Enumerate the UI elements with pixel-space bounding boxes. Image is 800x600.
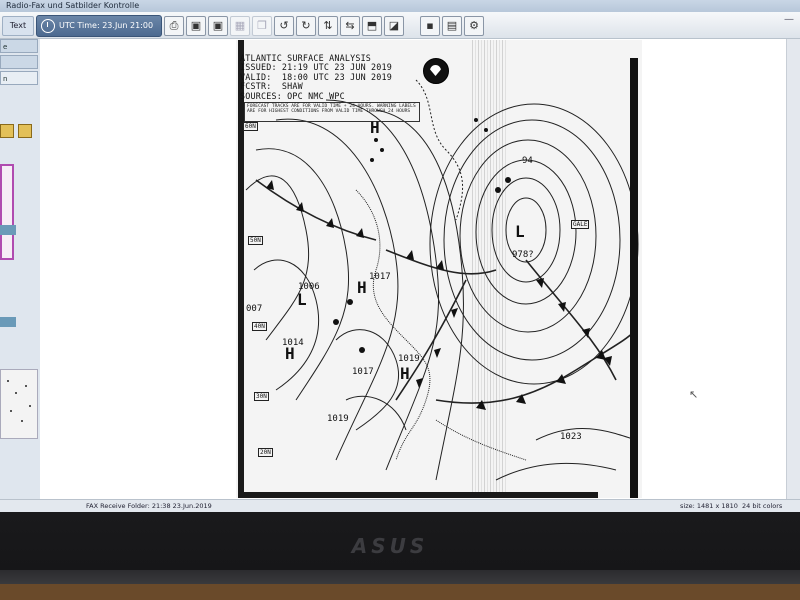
status-colors: 24 bit colors <box>742 502 783 510</box>
left-panel-button-1[interactable]: e <box>0 39 38 53</box>
thumbnail-preview[interactable] <box>0 369 38 439</box>
panel-divider-2 <box>0 317 16 327</box>
minimize-icon[interactable]: — <box>782 14 796 28</box>
window-title: Radio-Fax und Satbilder Kontrolle <box>6 1 140 10</box>
selection-highlight <box>0 164 14 260</box>
window-titlebar: Radio-Fax und Satbilder Kontrolle <box>0 0 800 12</box>
fax-right-border <box>630 58 638 498</box>
vertical-scrollbar[interactable] <box>786 39 800 499</box>
left-panel: e n <box>0 39 41 509</box>
latitude-60n: 60N <box>243 122 258 131</box>
save-icon[interactable]: ▣ <box>186 16 206 36</box>
status-folder: FAX Receive Folder: 21:38 23.Jun.2019 <box>86 502 212 510</box>
crop-icon[interactable]: ⬒ <box>362 16 382 36</box>
rotate-right-icon[interactable]: ↻ <box>296 16 316 36</box>
status-bar: FAX Receive Folder: 21:38 23.Jun.2019 si… <box>0 499 800 512</box>
noaa-logo-icon <box>423 58 449 84</box>
gale-warning-label: GALE <box>571 220 590 229</box>
screen: Radio-Fax und Satbilder Kontrolle Text U… <box>0 0 800 512</box>
flip-vertical-icon[interactable]: ⇅ <box>318 16 338 36</box>
brand-logo: ASUS <box>351 534 429 558</box>
invert-icon[interactable]: ◪ <box>384 16 404 36</box>
text-button[interactable]: Text <box>2 16 34 36</box>
copy-icon[interactable]: ❐ <box>252 16 272 36</box>
disk-icon[interactable] <box>18 124 32 138</box>
low-pressure-west: L <box>297 290 307 309</box>
latitude-40n: 40N <box>252 322 267 331</box>
toolbar: Text UTC Time: 23.Jun 21:00 ⎙ ▣ ▣ ▦ ❐ ↺ … <box>0 12 800 39</box>
fax-bottom-border <box>238 492 598 498</box>
utc-time-label: UTC Time: 23.Jun 21:00 <box>59 21 154 30</box>
fax-sources: SOURCES: OPC NMC WPC <box>240 90 345 101</box>
pressure-1019-a: 1019 <box>398 354 420 364</box>
rotate-left-icon[interactable]: ↺ <box>274 16 294 36</box>
high-pressure-north: H <box>370 118 380 137</box>
left-panel-button-3[interactable]: n <box>0 71 38 85</box>
utc-time-display[interactable]: UTC Time: 23.Jun 21:00 <box>36 15 162 37</box>
panel-divider-1 <box>0 225 16 235</box>
pressure-1014: 1014 <box>282 338 304 348</box>
latitude-20n: 20N <box>258 448 273 457</box>
save-as-icon[interactable]: ▣ <box>208 16 228 36</box>
lock-icon[interactable]: ▪ <box>420 16 440 36</box>
mouse-cursor-icon: ↖ <box>689 388 699 401</box>
settings-icon[interactable]: ⚙ <box>464 16 484 36</box>
print-icon[interactable]: ⎙ <box>164 16 184 36</box>
pressure-1006: 1006 <box>298 282 320 292</box>
low-pressure-main-value: 978? <box>512 250 534 260</box>
high-pressure-1017: H <box>357 278 367 297</box>
pressure-1017-a: 1017 <box>369 272 391 282</box>
latitude-50n: 50N <box>248 236 263 245</box>
latitude-30n: 30N <box>254 392 269 401</box>
isobar-label-94: 94 <box>522 156 533 166</box>
fax-warning-note: FORECAST TRACKS ARE FOR VALID TIME + 24 … <box>244 102 420 122</box>
status-resolution: size: 1481 x 1810 <box>680 502 738 510</box>
export-icon[interactable]: ▦ <box>230 16 250 36</box>
left-panel-button-2[interactable] <box>0 55 38 69</box>
clock-icon <box>41 19 55 33</box>
high-pressure-east: H <box>400 364 410 383</box>
laptop-deck <box>0 584 800 600</box>
flip-horizontal-icon[interactable]: ⇆ <box>340 16 360 36</box>
pressure-1019-b: 1019 <box>327 414 349 424</box>
fax-header: ATLANTIC SURFACE ANALYSIS ISSUED: 21:19 U… <box>240 53 420 101</box>
archive-icon[interactable]: ▤ <box>442 16 462 36</box>
folder-icon[interactable] <box>0 124 14 138</box>
pressure-1023: 1023 <box>560 432 582 442</box>
low-pressure-main: L <box>515 222 525 241</box>
pressure-1017-b: 1017 <box>352 367 374 377</box>
pressure-1007: 007 <box>246 304 263 314</box>
laptop-hinge <box>0 570 800 584</box>
